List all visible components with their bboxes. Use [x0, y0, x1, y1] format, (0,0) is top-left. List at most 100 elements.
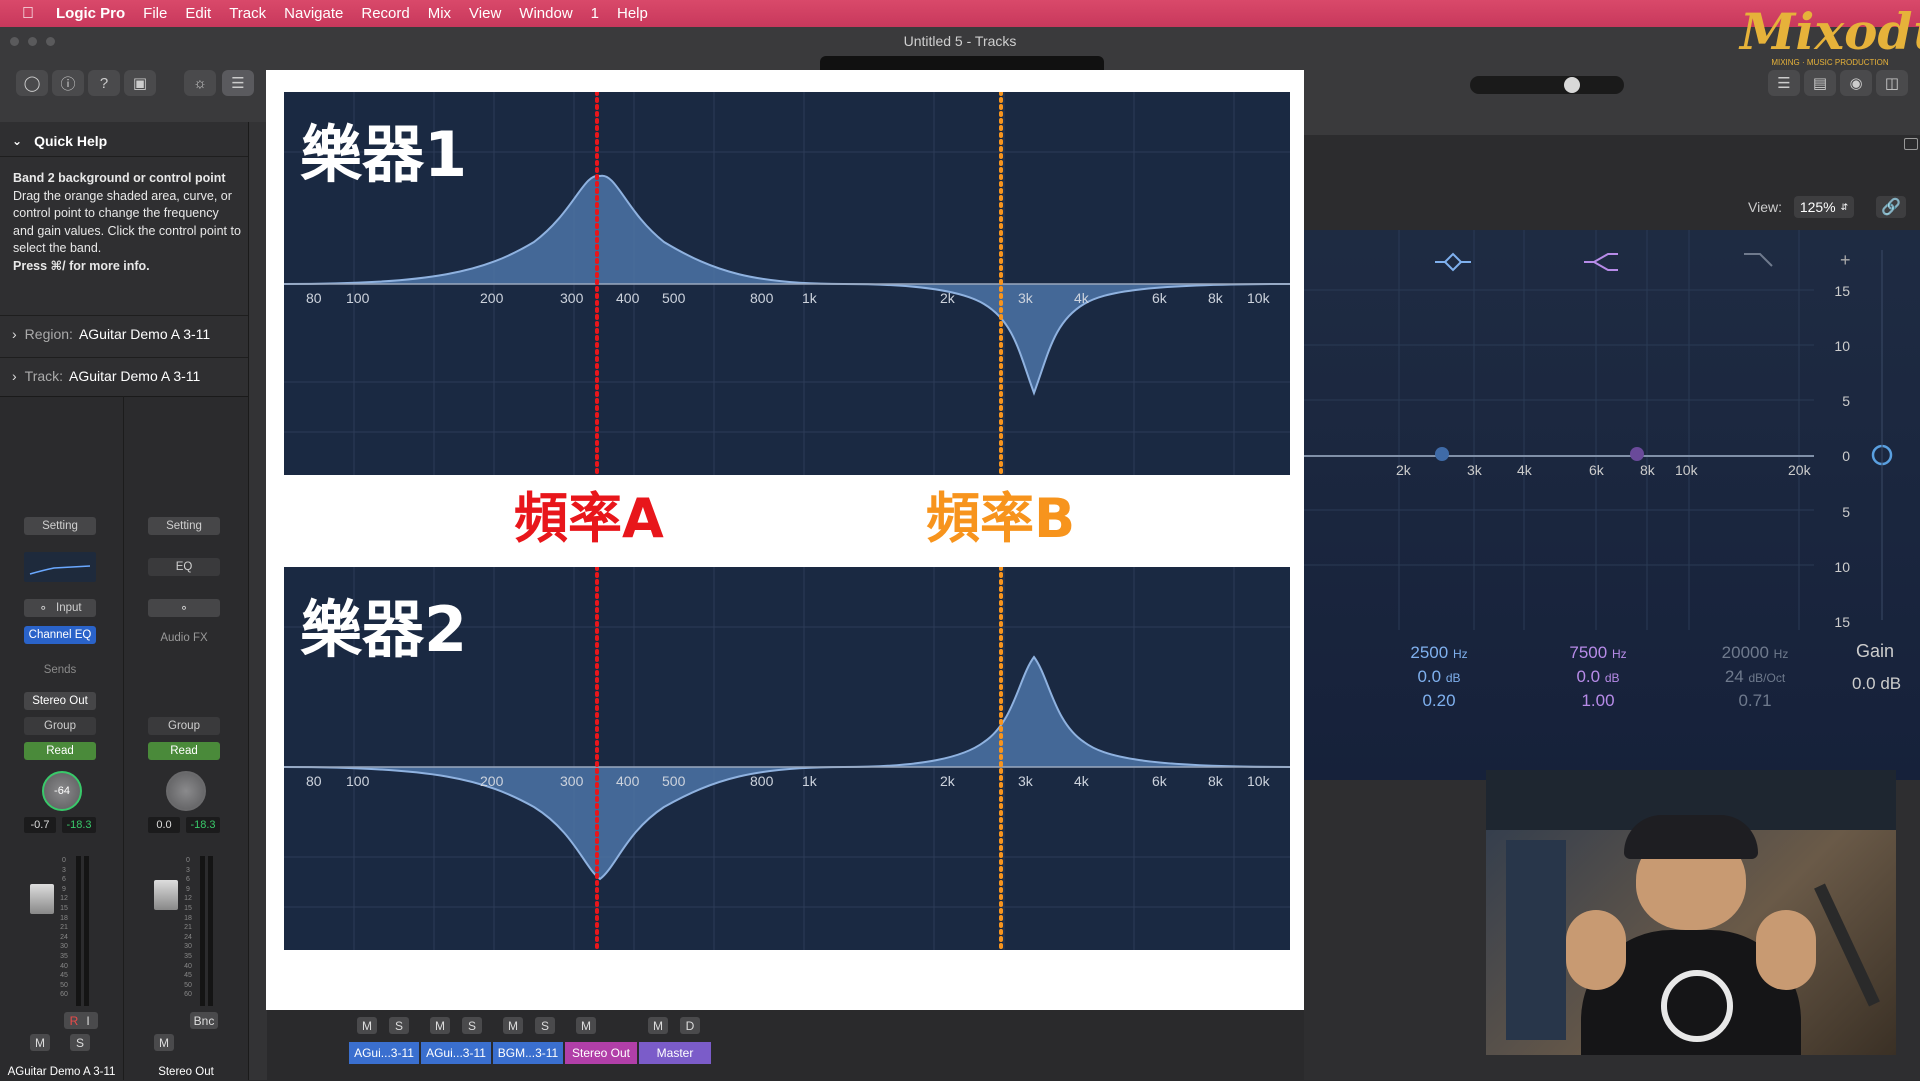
- freq-tick: 4k: [1074, 773, 1089, 789]
- menu-file[interactable]: File: [143, 5, 167, 22]
- menu-app-name[interactable]: Logic Pro: [56, 5, 125, 22]
- menu-edit[interactable]: Edit: [185, 5, 211, 22]
- menu-help[interactable]: Help: [617, 5, 648, 22]
- strip1-output-slot[interactable]: Stereo Out: [24, 692, 96, 710]
- band1-freq[interactable]: 2500: [1410, 643, 1448, 662]
- ch2-mute-button[interactable]: M: [430, 1017, 450, 1034]
- master-dim-button[interactable]: D: [680, 1017, 700, 1034]
- strip1-input-slot[interactable]: ⚬ Input: [24, 599, 96, 617]
- channel-name-tag[interactable]: Stereo Out: [565, 1042, 637, 1064]
- strip2-setting-button[interactable]: Setting: [148, 517, 220, 535]
- strip1-sends-label[interactable]: Sends: [24, 664, 96, 676]
- notepad-button[interactable]: ▤: [1804, 70, 1836, 96]
- quick-help-header[interactable]: ⌄ Quick Help: [0, 126, 248, 157]
- master-mute-button[interactable]: M: [648, 1017, 668, 1034]
- strip1-setting-button[interactable]: Setting: [24, 517, 96, 535]
- mixer-icon: ☰: [231, 75, 245, 92]
- ch3-mute-button[interactable]: M: [503, 1017, 523, 1034]
- band3-freq[interactable]: 20000: [1722, 643, 1769, 662]
- list-editors-button[interactable]: ☰: [1768, 70, 1800, 96]
- menu-navigate[interactable]: Navigate: [284, 5, 343, 22]
- master-volume-slider[interactable]: [1470, 76, 1624, 94]
- strip1-peak-value[interactable]: -18.3: [62, 817, 96, 833]
- band3-slope[interactable]: 24: [1725, 667, 1744, 686]
- track-inspector-row[interactable]: › Track: AGuitar Demo A 3-11: [0, 357, 248, 394]
- mixer-button[interactable]: ☰: [222, 70, 254, 96]
- freq-tick: 500: [662, 290, 686, 306]
- loop-browser-button[interactable]: ◉: [1840, 70, 1872, 96]
- channel-name-tag[interactable]: AGui...3-11: [349, 1042, 419, 1064]
- band2-freq[interactable]: 7500: [1569, 643, 1607, 662]
- eq-freq-tick: 2k: [1396, 462, 1411, 478]
- strip1-plugin-slot[interactable]: Channel EQ: [24, 626, 96, 644]
- strip2-peak-value[interactable]: -18.3: [186, 817, 220, 833]
- band2-gain[interactable]: 0.0: [1576, 667, 1600, 686]
- freq-b-label: 頻率B: [926, 487, 1076, 550]
- link-button[interactable]: 🔗: [1876, 196, 1906, 218]
- master-volume-knob[interactable]: [1564, 77, 1580, 93]
- smart-controls-button[interactable]: ☼: [184, 70, 216, 96]
- toolbar-toggle-button[interactable]: ▣: [124, 70, 156, 96]
- strip1-pan-knob[interactable]: -64: [42, 771, 82, 811]
- strip2-group-slot[interactable]: Group: [148, 717, 220, 735]
- strip2-bounce-button[interactable]: Bnc: [190, 1012, 218, 1029]
- view-label: View:: [1748, 199, 1782, 215]
- expand-icon[interactable]: [1904, 138, 1918, 150]
- library-button[interactable]: ◯: [16, 70, 48, 96]
- strip1-volume-value[interactable]: -0.7: [24, 817, 56, 833]
- freq-tick: 800: [750, 290, 774, 306]
- menu-view[interactable]: View: [469, 5, 501, 22]
- region-inspector-row[interactable]: › Region: AGuitar Demo A 3-11: [0, 315, 248, 352]
- band3-q[interactable]: 0.71: [1700, 691, 1810, 711]
- band1-params[interactable]: 2500 Hz 0.0 dB 0.20: [1394, 643, 1484, 711]
- link-chain-icon: 🔗: [1881, 199, 1901, 216]
- channel-name-tag[interactable]: Master: [639, 1042, 711, 1064]
- strip2-name[interactable]: Stereo Out: [124, 1066, 248, 1078]
- strip2-audiofx-label[interactable]: Audio FX: [148, 632, 220, 644]
- strip1-name[interactable]: AGuitar Demo A 3-11: [0, 1066, 123, 1078]
- channel-name-tag[interactable]: BGM...3-11: [493, 1042, 563, 1064]
- ch3-solo-button[interactable]: S: [535, 1017, 555, 1034]
- strip1-solo-button[interactable]: S: [70, 1034, 90, 1051]
- ch1-mute-button[interactable]: M: [357, 1017, 377, 1034]
- menu-window[interactable]: Window: [519, 5, 572, 22]
- strip1-input-monitor-button[interactable]: I: [78, 1012, 98, 1029]
- strip1-automation-mode[interactable]: Read: [24, 742, 96, 760]
- strip2-automation-mode[interactable]: Read: [148, 742, 220, 760]
- strip2-link-button[interactable]: ⚬: [148, 599, 220, 617]
- channel-name-tag[interactable]: AGui...3-11: [421, 1042, 491, 1064]
- quick-help-heading: Band 2 background or control point: [13, 171, 226, 185]
- apple-icon[interactable]: : [22, 5, 34, 23]
- menu-record[interactable]: Record: [361, 5, 409, 22]
- strip1-volume-fader[interactable]: [30, 884, 54, 914]
- quick-help-button[interactable]: ?: [88, 70, 120, 96]
- view-zoom-select[interactable]: 125% ⇵: [1794, 196, 1854, 218]
- ch2-solo-button[interactable]: S: [462, 1017, 482, 1034]
- strip2-pan-knob[interactable]: [166, 771, 206, 811]
- band2-q[interactable]: 1.00: [1553, 691, 1643, 711]
- menu-1[interactable]: 1: [591, 5, 599, 22]
- inspector-button[interactable]: ⓘ: [52, 70, 84, 96]
- strip2-volume-fader[interactable]: [154, 880, 178, 910]
- strip1-group-slot[interactable]: Group: [24, 717, 96, 735]
- strip2-eq-slot[interactable]: EQ: [148, 558, 220, 576]
- band3-params[interactable]: 20000 Hz 24 dB/Oct 0.71: [1700, 643, 1810, 711]
- strip2-volume-value[interactable]: 0.0: [148, 817, 180, 833]
- quick-help-more: Press ⌘/ for more info.: [13, 258, 150, 273]
- ch1-solo-button[interactable]: S: [389, 1017, 409, 1034]
- menu-track[interactable]: Track: [229, 5, 266, 22]
- strip1-mute-button[interactable]: M: [30, 1034, 50, 1051]
- eq-freq-tick: 20k: [1788, 462, 1811, 478]
- band1-gain[interactable]: 0.0: [1417, 667, 1441, 686]
- strip-divider: [123, 396, 124, 1080]
- eq-freq-tick: 10k: [1675, 462, 1698, 478]
- ch4-mute-button[interactable]: M: [576, 1017, 596, 1034]
- strip2-mute-button[interactable]: M: [154, 1034, 174, 1051]
- browser-button[interactable]: ◫: [1876, 70, 1908, 96]
- instrument2-eq-panel: 樂器2 80 100 200 300 400 500 800 1k 2k 3k …: [284, 567, 1290, 950]
- strip1-eq-thumbnail[interactable]: [24, 552, 96, 582]
- band1-q[interactable]: 0.20: [1394, 691, 1484, 711]
- menu-mix[interactable]: Mix: [428, 5, 451, 22]
- band2-params[interactable]: 7500 Hz 0.0 dB 1.00: [1553, 643, 1643, 711]
- gain-value[interactable]: 0.0 dB: [1852, 674, 1901, 694]
